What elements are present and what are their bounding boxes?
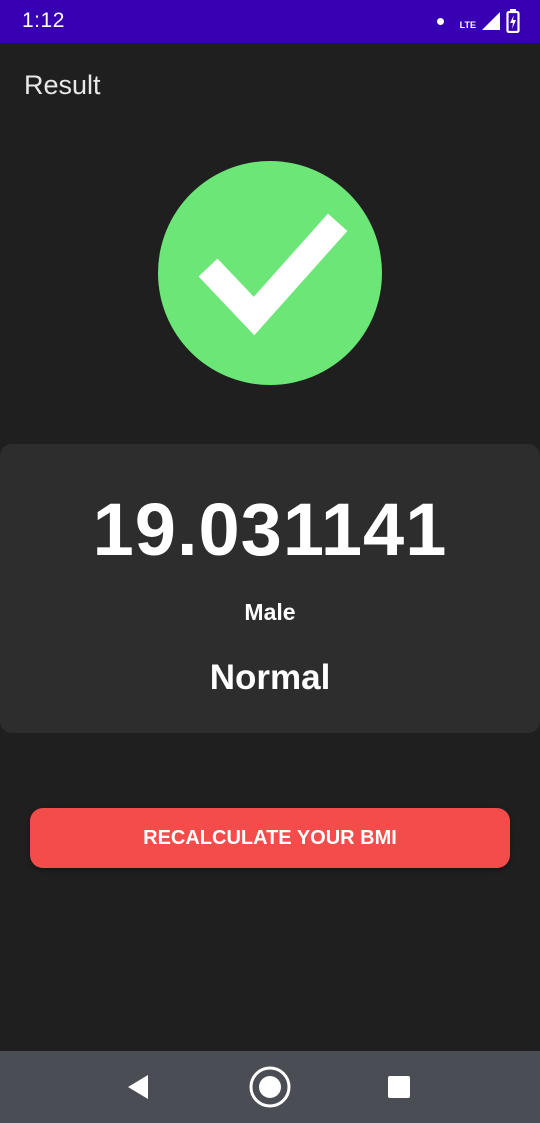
notification-dot-icon [436,17,444,25]
navigation-bar [0,1051,540,1123]
home-button[interactable] [248,1065,292,1109]
status-icons: LTE [436,8,520,34]
bmi-category: Normal [209,658,331,697]
check-circle-icon [157,160,383,386]
recents-icon [388,1076,410,1098]
home-icon [249,1066,291,1108]
bmi-value: 19.031141 [92,488,448,571]
status-time: 1:12 [22,9,65,32]
result-card: 19.031141 Male Normal [0,444,540,733]
battery-charging-icon [506,9,520,33]
recalculate-bmi-button[interactable]: RECALCULATE YOUR BMI [30,808,510,868]
recents-button[interactable] [377,1065,421,1109]
gender-label: Male [244,599,296,625]
back-icon [128,1075,148,1099]
lte-label: LTE [459,20,476,30]
page-title: Result [24,70,101,100]
result-screen: 1:12 LTE Result 19.031141 Male Normal RE… [0,0,540,1123]
back-button[interactable] [116,1065,160,1109]
status-bar: 1:12 LTE [0,0,540,43]
lte-signal-icon [482,12,500,30]
